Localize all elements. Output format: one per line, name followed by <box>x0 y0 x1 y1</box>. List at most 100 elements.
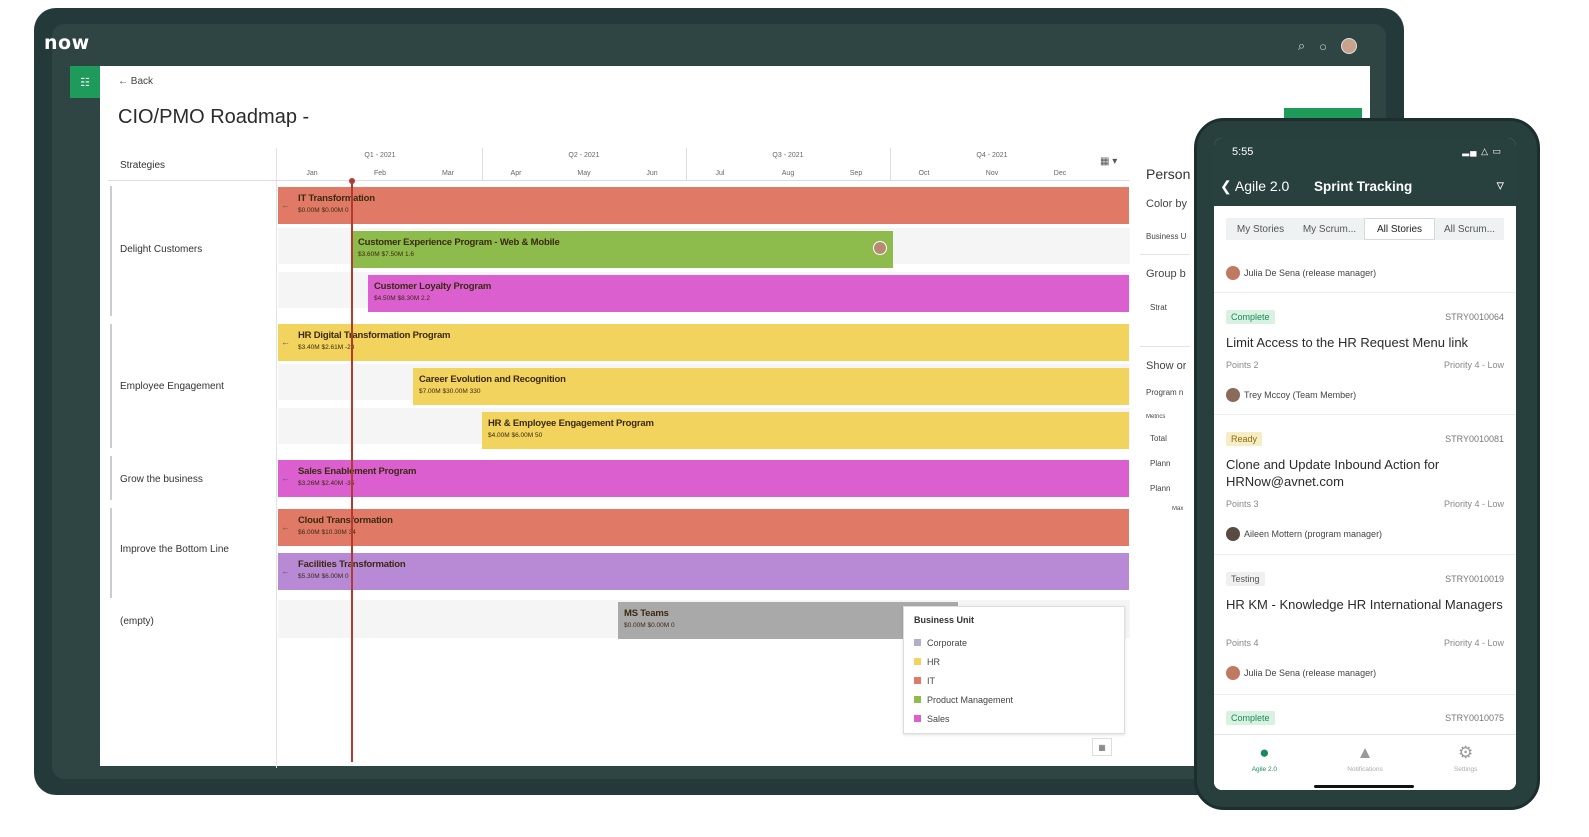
list-divider <box>1214 694 1516 695</box>
total-option[interactable]: Total <box>1150 434 1167 443</box>
page-title: CIO/PMO Roadmap - <box>118 106 310 128</box>
planned-option[interactable]: Plann <box>1150 484 1170 493</box>
screen-title: Sprint Tracking <box>1314 179 1413 194</box>
strategy-label: Employee Engagement <box>120 381 224 392</box>
now-logo[interactable]: now <box>44 32 90 54</box>
tab-all-scrum[interactable]: All Scrum... <box>1435 218 1504 240</box>
bell-icon[interactable]: ○ <box>1319 39 1327 54</box>
bar-title: Cloud Transformation <box>298 515 393 526</box>
agile-icon: ● <box>1259 743 1270 762</box>
gantt-bar[interactable]: Customer Loyalty Program $4.50M $8.30M 2… <box>368 275 1129 312</box>
bar-title: Customer Loyalty Program <box>374 281 492 292</box>
gantt-bar[interactable]: Career Evolution and Recognition $7.00M … <box>413 368 1129 405</box>
panel-title: Person <box>1146 166 1191 182</box>
business-unit-legend: Business Unit Corporate HR IT Product Ma… <box>903 606 1125 734</box>
tab-my-stories[interactable]: My Stories <box>1226 218 1295 240</box>
story-title[interactable]: HR KM - Knowledge HR International Manag… <box>1226 596 1508 613</box>
story-title[interactable]: Clone and Update Inbound Action for HRNo… <box>1226 456 1508 490</box>
legend-swatch <box>914 677 921 684</box>
assignee: Trey Mccoy (Team Member) <box>1226 388 1356 402</box>
filter-icon[interactable]: ▿ <box>1496 176 1504 194</box>
grid-icon[interactable]: ▦ <box>1092 738 1112 756</box>
gantt-bar[interactable]: Customer Experience Program - Web & Mobi… <box>352 231 893 268</box>
calendar-icon[interactable]: ▦ ▾ <box>1100 156 1117 167</box>
legend-swatch <box>914 658 921 665</box>
nav-settings[interactable]: ⚙ Settings <box>1415 735 1516 790</box>
story-title[interactable]: Limit Access to the HR Request Menu link <box>1226 334 1508 351</box>
nav-agile[interactable]: ● Agile 2.0 <box>1214 735 1315 790</box>
group-by-label: Group b <box>1146 268 1186 280</box>
metrics-label: Metrics <box>1146 414 1166 420</box>
gantt-bar[interactable]: ← Sales Enablement Program $3.26M $2.40M… <box>278 460 1129 497</box>
legend-item: Product Management <box>914 690 1114 709</box>
column-divider <box>276 148 277 768</box>
rail-icon: ☷ <box>80 76 90 89</box>
bar-metrics: $0.00M $0.00M 0 <box>298 207 349 214</box>
user-avatar[interactable] <box>1341 38 1357 54</box>
assignee-name: Trey Mccoy (Team Member) <box>1244 390 1357 400</box>
month-label: Jan <box>306 170 318 177</box>
assignee: Julia De Sena (release manager) <box>1226 666 1376 680</box>
arrow-left-icon: ← <box>281 473 290 483</box>
panel-divider <box>1140 346 1190 347</box>
planned-option[interactable]: Plann <box>1150 459 1170 468</box>
assignee-name: Julia De Sena (release manager) <box>1244 268 1377 278</box>
strategy-group-marker <box>110 324 112 448</box>
story-points: Points 3 <box>1226 499 1259 509</box>
month-label: Jun <box>646 170 658 177</box>
side-rail[interactable]: ☷ <box>70 66 100 98</box>
back-button[interactable]: ❮ Agile 2.0 <box>1220 178 1289 195</box>
avatar <box>1226 527 1240 541</box>
story-points: Points 4 <box>1226 638 1259 648</box>
legend-item: IT <box>914 671 1114 690</box>
month-label: Dec <box>1053 170 1067 177</box>
panel-divider <box>1140 254 1190 255</box>
list-divider <box>1214 292 1516 293</box>
gantt-bar[interactable]: ← HR Digital Transformation Program $3.4… <box>278 324 1129 361</box>
phone-header: 5:55 ▂▄ △ ▭ ❮ Agile 2.0 Sprint Tracking … <box>1214 138 1516 206</box>
bar-metrics: $4.00M $6.00M 50 <box>488 432 543 439</box>
today-line <box>351 180 353 762</box>
month-label: Nov <box>985 170 999 177</box>
quarter-label: Q1 - 2021 <box>364 152 396 159</box>
quarter-label: Q3 - 2021 <box>772 152 804 159</box>
gantt-bar[interactable]: HR & Employee Engagement Program $4.00M … <box>482 412 1129 449</box>
bar-metrics: $3.26M $2.40M -35 <box>298 480 355 487</box>
legend-label: Product Management <box>927 694 1014 705</box>
search-icon[interactable]: ⌕ <box>1298 38 1305 54</box>
list-divider <box>1214 554 1516 555</box>
header-divider <box>108 180 1130 181</box>
gantt-bar[interactable]: ← Facilities Transformation $5.30M $6.00… <box>278 553 1129 590</box>
month-label: Jul <box>715 170 725 177</box>
nav-label: Settings <box>1453 766 1478 773</box>
home-indicator[interactable] <box>1314 785 1414 788</box>
back-link[interactable]: ← Back <box>118 76 153 87</box>
bar-title: HR Digital Transformation Program <box>298 330 451 341</box>
owner-avatar[interactable] <box>873 241 887 255</box>
status-badge: Complete <box>1226 310 1275 324</box>
strategy-group-marker <box>110 456 112 500</box>
tab-my-scrum[interactable]: My Scrum... <box>1295 218 1364 240</box>
tab-all-stories[interactable]: All Stories <box>1364 218 1435 240</box>
story-tabs: My Stories My Scrum... All Stories All S… <box>1226 218 1504 240</box>
month-label: Feb <box>373 170 387 177</box>
story-priority: Priority 4 - Low <box>1443 499 1504 509</box>
status-time: 5:55 <box>1232 146 1254 158</box>
story-points: Points 2 <box>1226 360 1259 370</box>
legend-label: Corporate <box>927 637 968 648</box>
assignee-name: Julia De Sena (release manager) <box>1244 668 1377 678</box>
gantt-bar[interactable]: ← Cloud Transformation $6.00M $10.30M 34 <box>278 509 1129 546</box>
legend-label: Sales <box>927 713 950 724</box>
business-unit-label[interactable]: Business U <box>1146 232 1186 241</box>
back-label: Agile 2.0 <box>1234 178 1290 194</box>
gantt-bar[interactable]: ← IT Transformation $0.00M $0.00M 0 <box>278 187 1129 224</box>
bar-title: IT Transformation <box>298 193 375 204</box>
strategy-option[interactable]: Strat <box>1150 303 1167 312</box>
nav-notifications[interactable]: ▲ Notifications <box>1315 735 1416 790</box>
avatar <box>1226 266 1240 280</box>
story-id: STRY0010064 <box>1445 312 1504 322</box>
nav-label: Notifications <box>1347 766 1383 773</box>
arrow-left-icon: ← <box>281 566 290 576</box>
month-label: Mar <box>441 170 455 177</box>
bottom-navigation: ● Agile 2.0 ▲ Notifications ⚙ Settings <box>1214 734 1516 790</box>
